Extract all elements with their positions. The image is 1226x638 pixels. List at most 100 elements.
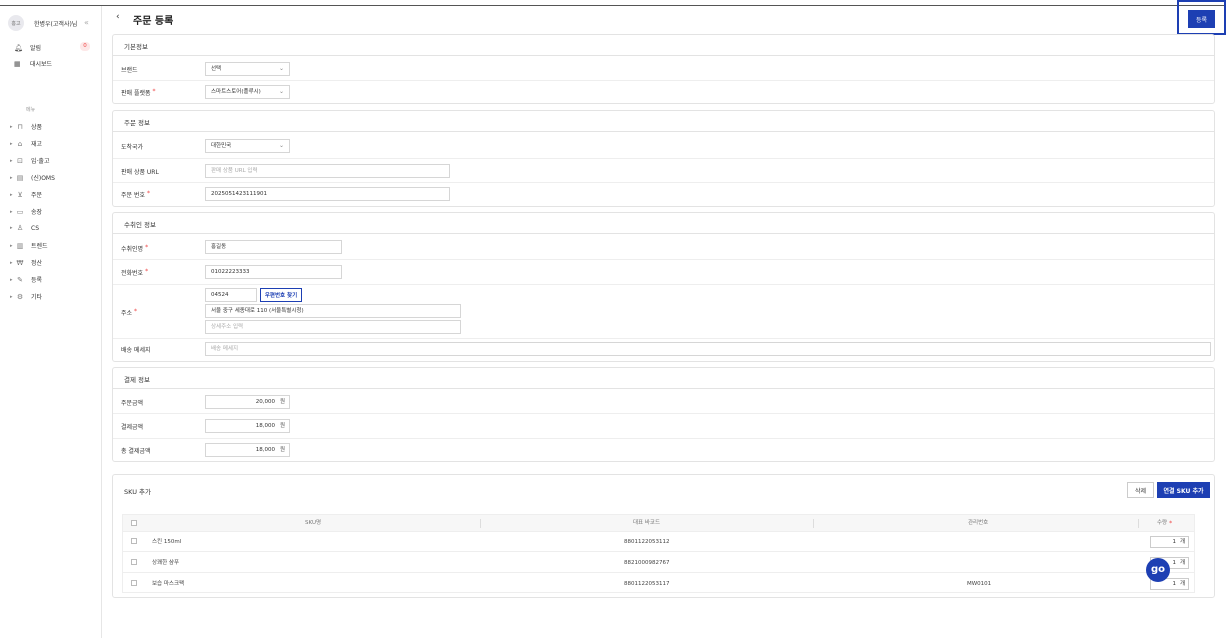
warehouse-icon: ⌂	[17, 139, 23, 148]
currency-unit: 원	[279, 399, 285, 405]
delivery-message-input[interactable]: 배송 메세지	[205, 342, 1211, 356]
quantity-unit: 개	[1179, 560, 1185, 566]
brand-label: 브랜드	[121, 67, 138, 74]
address-input[interactable]: 서울 중구 세종대로 110 (서울특별시청)	[205, 304, 461, 318]
platform-select[interactable]: 스마트스토어(플루시) ⌄	[205, 85, 290, 99]
won-icon: ₩	[16, 258, 24, 267]
divider	[113, 338, 1214, 339]
sidebar-item-label: 재고	[31, 141, 43, 148]
sidebar-item-inout[interactable]: ▸ ⊡ 입·출고	[10, 156, 50, 166]
divider	[113, 182, 1214, 183]
name-label-text: 수취인명	[121, 246, 144, 253]
chat-support-button[interactable]: go	[1146, 558, 1170, 582]
top-border	[0, 5, 1226, 6]
sidebar-item-register[interactable]: ▸ ✎ 등록	[10, 275, 42, 285]
brand-select[interactable]: 선택 ⌄	[205, 62, 290, 76]
column-separator	[813, 519, 814, 528]
phone-input[interactable]: 01022223333	[205, 265, 342, 279]
divider	[113, 438, 1214, 439]
pencil-icon: ✎	[17, 275, 23, 284]
required-mark: *	[152, 88, 156, 95]
country-select[interactable]: 대한민국 ⌄	[205, 139, 290, 153]
sidebar-item-notifications[interactable]: 🔔︎ 알림 0	[14, 42, 98, 52]
order-amount-value: 20,000	[255, 399, 275, 405]
user-profile[interactable]: 홍고 한병우(고객사)님	[8, 15, 77, 31]
sidebar-item-label: 알림	[30, 45, 42, 52]
column-header-barcode: 대표 바코드	[633, 520, 661, 526]
sidebar-item-orders[interactable]: ▸ ⊻ 주문	[10, 190, 43, 200]
quantity-unit: 개	[1179, 539, 1185, 545]
url-label: 판매 상품 URL	[121, 169, 159, 176]
platform-label-text: 판매 플랫폼	[121, 90, 151, 97]
notification-count-badge: 0	[80, 42, 90, 51]
sidebar-item-dashboard[interactable]: ▦ 대시보드	[14, 59, 98, 69]
divider	[113, 55, 1214, 56]
row-checkbox[interactable]	[131, 559, 137, 565]
table-row[interactable]: 보습 마스크팩 8801122053117 MW0101 1개	[123, 574, 1194, 594]
barcode-cell: 8801122053112	[624, 539, 670, 545]
back-button[interactable]: ‹	[116, 12, 120, 22]
sidebar-item-trend[interactable]: ▸ ▥ 트렌드	[10, 241, 48, 251]
column-header-quantity-text: 수량	[1157, 520, 1168, 526]
page-title: 주문 등록	[133, 16, 174, 27]
sidebar-item-product[interactable]: ▸ ⊓ 상품	[10, 122, 42, 132]
name-label: 수취인명 *	[121, 244, 148, 253]
zip-search-button[interactable]: 우편번호 찾기	[260, 288, 302, 302]
table-row[interactable]: 상쾌한 샴푸 8821000982767 1개	[123, 553, 1194, 573]
sidebar-item-label: CS	[31, 224, 39, 232]
sidebar-item-oms[interactable]: ▸ ▤ (신)OMS	[10, 173, 55, 183]
sidebar-item-label: 입·출고	[31, 158, 50, 165]
order-amount-input[interactable]: 20,000 원	[205, 395, 290, 409]
basic-info-section: 기본정보 브랜드 선택 ⌄ 판매 플랫폼 * 스마트스토어(플루시) ⌄	[112, 34, 1215, 104]
sku-name-cell: 보습 마스크팩	[152, 581, 185, 587]
chevron-down-icon: ⌄	[278, 142, 284, 149]
column-header-mgmt-no: 관리번호	[968, 520, 989, 526]
cart-icon: ⊻	[17, 190, 23, 199]
required-mark: *	[147, 190, 150, 197]
divider	[113, 80, 1214, 81]
table-row[interactable]: 스킨 150ml 8801122053112 1개	[123, 532, 1194, 552]
double-chevron-left-icon[interactable]: «	[84, 18, 89, 27]
total-amount-input[interactable]: 18,000 원	[205, 443, 290, 457]
required-mark: *	[145, 244, 149, 251]
recipient-name-input[interactable]: 홍길동	[205, 240, 342, 254]
quantity-value: 1	[1172, 560, 1177, 566]
sidebar-item-inventory[interactable]: ▸ ⌂ 재고	[10, 139, 43, 149]
divider	[113, 413, 1214, 414]
sidebar-item-label: 주문	[31, 192, 43, 199]
row-checkbox[interactable]	[131, 538, 137, 544]
divider	[113, 233, 1214, 234]
sidebar-item-etc[interactable]: ▸ ⚙ 기타	[10, 292, 42, 302]
register-button[interactable]: 등록	[1188, 10, 1215, 28]
sku-table: SKU명 대표 바코드 관리번호 수량 * 스킨 150ml 8801122053…	[122, 514, 1195, 593]
delete-button[interactable]: 삭제	[1127, 482, 1154, 498]
select-all-checkbox[interactable]	[131, 520, 137, 526]
sidebar-item-cs[interactable]: ▸ ♙ CS	[10, 224, 39, 232]
recipient-section: 수취인 정보 수취인명 * 홍길동 전화번호 * 01022223333 주소 * 0…	[112, 212, 1215, 362]
divider	[113, 388, 1214, 389]
paid-amount-input[interactable]: 18,000 원	[205, 419, 290, 433]
chevron-down-icon: ⌄	[278, 88, 284, 95]
order-number-input[interactable]: 2025051423111901	[205, 187, 450, 201]
barcode-cell: 8821000982767	[624, 560, 670, 566]
country-label: 도착국가	[121, 144, 144, 151]
quantity-input[interactable]: 1개	[1150, 536, 1189, 548]
sidebar-item-settlement[interactable]: ▸ ₩ 정산	[10, 258, 42, 268]
column-separator	[480, 519, 481, 528]
product-url-input[interactable]: 판매 상품 URL 입력	[205, 164, 450, 178]
sku-name-cell: 상쾌한 샴푸	[152, 560, 180, 566]
phone-label: 전화번호 *	[121, 268, 148, 277]
add-sku-button[interactable]: 연결 SKU 추가	[1157, 482, 1210, 498]
address-detail-input[interactable]: 상세주소 입력	[205, 320, 461, 334]
row-checkbox[interactable]	[131, 580, 137, 586]
order-no-label: 주문 번호 *	[121, 190, 150, 199]
barcode-cell: 8801122053117	[624, 581, 670, 587]
sku-name-cell: 스킨 150ml	[152, 539, 182, 545]
gear-icon: ⚙	[16, 292, 24, 301]
zip-input[interactable]: 04524	[205, 288, 257, 302]
sidebar-item-invoice[interactable]: ▸ ▭ 송장	[10, 207, 42, 217]
currency-unit: 원	[279, 447, 285, 453]
avatar: 홍고	[8, 15, 24, 31]
column-header-sku-name: SKU명	[305, 520, 322, 526]
chevron-down-icon: ⌄	[278, 65, 284, 72]
